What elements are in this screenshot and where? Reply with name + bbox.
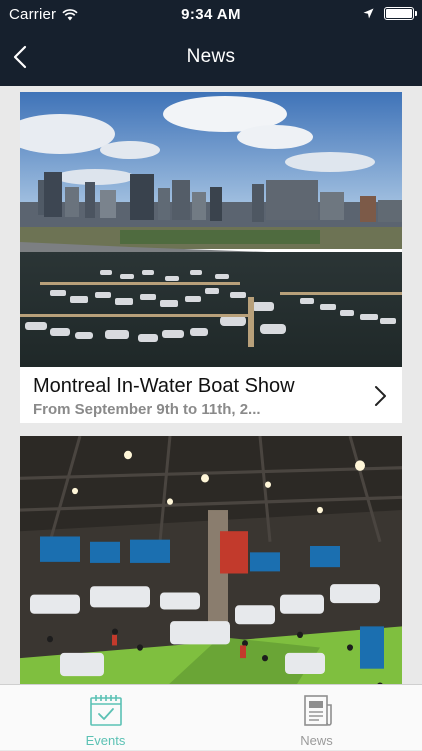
battery-icon [384,7,417,20]
header: Carrier 9:34 AM News [0,0,422,86]
status-time: 9:34 AM [181,6,241,23]
navigation-bar: News [0,30,422,86]
news-card[interactable]: Montreal In-Water Boat Show From Septemb… [20,92,402,423]
location-arrow-icon [363,8,374,19]
battery-level [386,9,412,18]
chevron-right-icon [375,386,386,406]
status-bar: Carrier 9:34 AM [0,0,422,30]
tab-events[interactable]: Events [0,685,211,751]
tab-events-label: Events [85,733,126,748]
exhibition-hall-photo [20,436,402,684]
news-list[interactable]: Montreal In-Water Boat Show From Septemb… [0,86,422,684]
news-subtitle: From September 9th to 11th, 2... [33,401,261,418]
calendar-check-icon [90,695,122,726]
page-title: News [186,46,236,67]
tab-bar: Events News [0,684,422,750]
tab-news-label: News [300,733,333,748]
news-card[interactable] [20,436,402,684]
news-title: Montreal In-Water Boat Show [33,375,295,397]
newspaper-icon [304,695,332,726]
status-right-group [363,7,417,20]
tab-news[interactable]: News [211,685,422,751]
harbor-photo [20,92,402,367]
card-footer: Montreal In-Water Boat Show From Septemb… [20,367,402,423]
